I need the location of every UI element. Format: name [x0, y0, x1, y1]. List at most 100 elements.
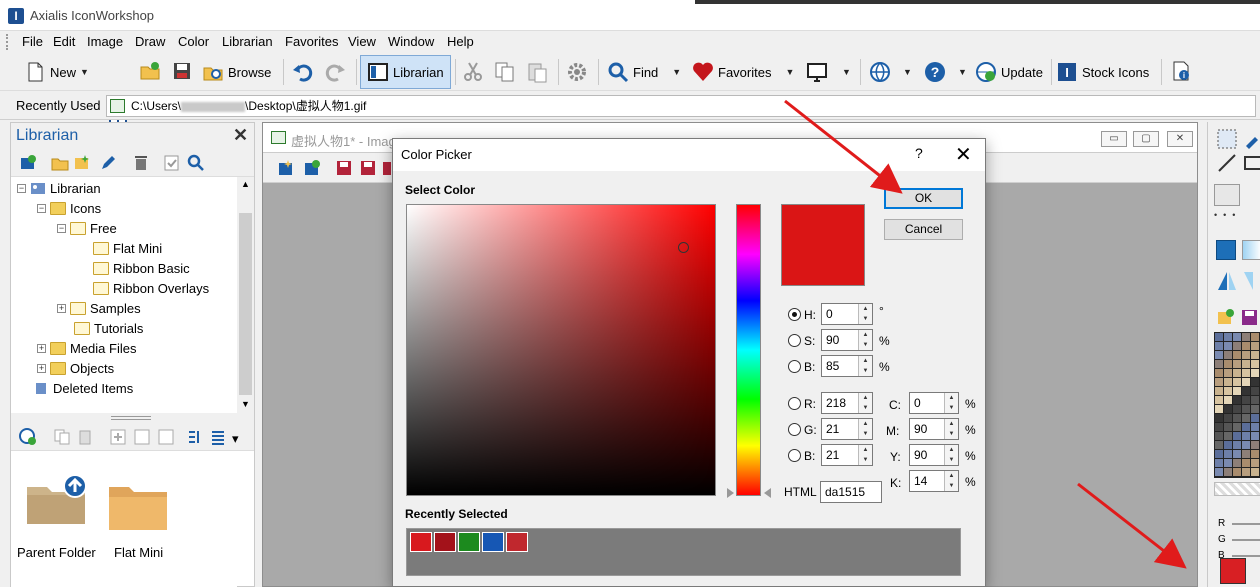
- html-input[interactable]: da1515: [820, 481, 882, 503]
- palette-cell[interactable]: [1251, 387, 1259, 395]
- menu-file[interactable]: File: [22, 34, 43, 49]
- palette-cell[interactable]: [1242, 450, 1250, 458]
- hue-slider[interactable]: [736, 204, 761, 496]
- palette-cell[interactable]: [1215, 378, 1223, 386]
- palette-cell[interactable]: [1224, 351, 1232, 359]
- red-input[interactable]: 218 ▲ ▼: [821, 392, 873, 414]
- new-item-icon[interactable]: [73, 154, 91, 172]
- palette-cell[interactable]: [1215, 387, 1223, 395]
- palette-cell[interactable]: [1242, 333, 1250, 341]
- palette-cell[interactable]: [1215, 432, 1223, 440]
- ok-button[interactable]: OK: [884, 188, 963, 209]
- palette-cell[interactable]: [1242, 468, 1250, 476]
- palette-cell[interactable]: [1215, 414, 1223, 422]
- palette-cell[interactable]: [1233, 414, 1241, 422]
- palette-cell[interactable]: [1242, 387, 1250, 395]
- black-input[interactable]: 14 ▲ ▼: [909, 470, 959, 492]
- palette-cell[interactable]: [1233, 387, 1241, 395]
- collapse-icon[interactable]: −: [57, 223, 66, 233]
- expand-icon[interactable]: +: [37, 343, 46, 353]
- palette-cell[interactable]: [1215, 396, 1223, 404]
- spinner-arrows-icon[interactable]: ▲ ▼: [858, 330, 872, 350]
- spinner-arrows-icon[interactable]: ▲ ▼: [944, 471, 958, 491]
- tree-item-objects[interactable]: + Objects: [37, 358, 114, 378]
- palette-cell[interactable]: [1233, 423, 1241, 431]
- palette-cell[interactable]: [1224, 369, 1232, 377]
- info-document-icon[interactable]: i: [1170, 60, 1192, 82]
- add-items-icon[interactable]: [133, 428, 151, 446]
- scroll-up-icon[interactable]: ▲: [241, 179, 250, 189]
- palette-cell[interactable]: [1251, 441, 1259, 449]
- save-image-icon[interactable]: [335, 159, 353, 177]
- minimize-button[interactable]: ▭: [1101, 131, 1127, 147]
- open-folder-icon[interactable]: [139, 60, 161, 82]
- scroll-down-icon[interactable]: ▼: [241, 399, 250, 409]
- scrollbar-thumb[interactable]: [239, 213, 252, 395]
- palette-cell[interactable]: [1224, 378, 1232, 386]
- cut-icon[interactable]: [462, 61, 484, 83]
- view-dropdown-icon[interactable]: ▾: [232, 431, 239, 447]
- new-library-icon[interactable]: [19, 154, 37, 172]
- palette-cell[interactable]: [1233, 351, 1241, 359]
- cancel-button[interactable]: Cancel: [884, 219, 963, 240]
- paste-icon[interactable]: [77, 428, 95, 446]
- saturation-radio[interactable]: [788, 334, 801, 347]
- palette-cell[interactable]: [1215, 441, 1223, 449]
- rename-pencil-icon[interactable]: [99, 154, 117, 172]
- flat-mini-label[interactable]: Flat Mini: [114, 545, 163, 560]
- palette-cell[interactable]: [1251, 450, 1259, 458]
- delete-trash-icon[interactable]: [132, 154, 150, 172]
- help-icon[interactable]: ?: [915, 145, 923, 161]
- tree-item-ribbon-basic[interactable]: Ribbon Basic: [93, 258, 190, 278]
- saturation-brightness-field[interactable]: [406, 204, 716, 496]
- b-slider[interactable]: [1232, 555, 1260, 557]
- add-web-icon[interactable]: [19, 428, 37, 446]
- fill-gradient-option[interactable]: [1242, 240, 1260, 260]
- palette-cell[interactable]: [1233, 459, 1241, 467]
- spinner-arrows-icon[interactable]: ▲ ▼: [858, 393, 872, 413]
- palette-cell[interactable]: [1242, 432, 1250, 440]
- close-icon[interactable]: ✕: [955, 142, 972, 167]
- palette-cell[interactable]: [1233, 342, 1241, 350]
- spinner-arrows-icon[interactable]: ▲ ▼: [858, 304, 872, 324]
- saturation-input[interactable]: 90 ▲ ▼: [821, 329, 873, 351]
- import-image-icon[interactable]: [303, 159, 321, 177]
- palette-cell[interactable]: [1251, 423, 1259, 431]
- new-dropdown-icon[interactable]: ▼: [80, 67, 89, 77]
- line-tool-icon[interactable]: [1216, 152, 1238, 174]
- tree-item-librarian[interactable]: − Librarian: [17, 178, 101, 198]
- copy-icon[interactable]: [53, 428, 71, 446]
- palette-cell[interactable]: [1224, 333, 1232, 341]
- palette-cell[interactable]: [1251, 351, 1259, 359]
- menu-image[interactable]: Image: [87, 34, 123, 49]
- browse-button[interactable]: Browse: [202, 57, 271, 87]
- palette-cell[interactable]: [1215, 459, 1223, 467]
- palette-cell[interactable]: [1215, 369, 1223, 377]
- spinner-arrows-icon[interactable]: ▲ ▼: [944, 445, 958, 465]
- stock-icons-button[interactable]: I Stock Icons: [1056, 57, 1149, 87]
- palette-cell[interactable]: [1251, 378, 1259, 386]
- palette-cell[interactable]: [1224, 459, 1232, 467]
- web-dropdown-icon[interactable]: ▼: [903, 67, 912, 77]
- selection-tool-icon[interactable]: [1216, 128, 1238, 150]
- primary-color-swatch[interactable]: [1220, 558, 1246, 584]
- settings-gear-icon[interactable]: [566, 61, 588, 83]
- spinner-arrows-icon[interactable]: ▲ ▼: [944, 393, 958, 413]
- add-item-icon[interactable]: [109, 428, 127, 446]
- save-icon[interactable]: [171, 60, 193, 82]
- palette-cell[interactable]: [1224, 342, 1232, 350]
- palette-cell[interactable]: [1242, 342, 1250, 350]
- palette-cell[interactable]: [1224, 441, 1232, 449]
- palette-cell[interactable]: [1242, 351, 1250, 359]
- palette-cell[interactable]: [1242, 378, 1250, 386]
- undo-icon[interactable]: [292, 61, 314, 83]
- redo-icon[interactable]: [324, 61, 346, 83]
- hue-radio[interactable]: [788, 308, 801, 321]
- expand-icon[interactable]: +: [57, 303, 66, 313]
- add-image-icon[interactable]: [277, 159, 295, 177]
- palette-cell[interactable]: [1251, 405, 1259, 413]
- palette-cell[interactable]: [1215, 333, 1223, 341]
- palette-cell[interactable]: [1233, 432, 1241, 440]
- help-button[interactable]: ? ▼: [924, 57, 967, 87]
- palette-cell[interactable]: [1251, 414, 1259, 422]
